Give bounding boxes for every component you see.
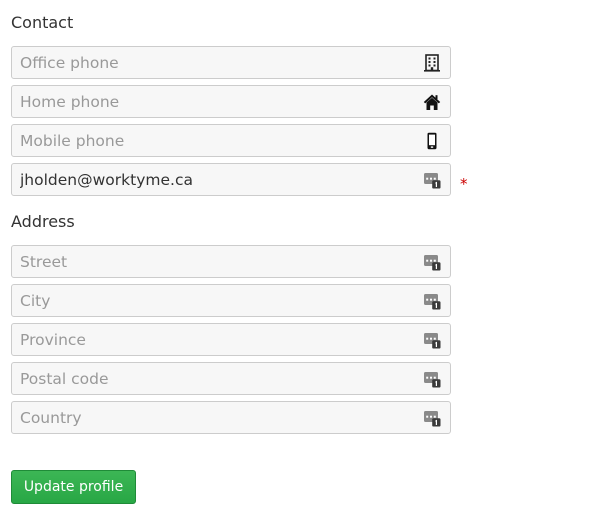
address-heading: Address [11, 212, 75, 231]
mobile-phone-icon [427, 132, 437, 150]
autofill-icon [424, 173, 441, 189]
home-icon [423, 94, 441, 110]
province-field[interactable] [11, 323, 451, 356]
update-profile-button[interactable]: Update profile [11, 470, 136, 504]
country-field[interactable] [11, 401, 451, 434]
city-field[interactable] [11, 284, 451, 317]
email-input[interactable] [12, 164, 412, 195]
contact-heading: Contact [11, 13, 74, 32]
office-phone-input[interactable] [12, 47, 412, 78]
country-input[interactable] [12, 402, 412, 433]
autofill-icon [424, 294, 441, 310]
building-icon [424, 54, 440, 72]
street-field[interactable] [11, 245, 451, 278]
street-input[interactable] [12, 246, 412, 277]
mobile-phone-field[interactable] [11, 124, 451, 157]
postal-code-input[interactable] [12, 363, 412, 394]
home-phone-input[interactable] [12, 86, 412, 117]
home-phone-field[interactable] [11, 85, 451, 118]
required-marker: * [460, 175, 468, 193]
city-input[interactable] [12, 285, 412, 316]
email-field[interactable] [11, 163, 451, 196]
autofill-icon [424, 411, 441, 427]
postal-code-field[interactable] [11, 362, 451, 395]
autofill-icon [424, 333, 441, 349]
province-input[interactable] [12, 324, 412, 355]
mobile-phone-input[interactable] [12, 125, 412, 156]
autofill-icon [424, 255, 441, 271]
autofill-icon [424, 372, 441, 388]
office-phone-field[interactable] [11, 46, 451, 79]
